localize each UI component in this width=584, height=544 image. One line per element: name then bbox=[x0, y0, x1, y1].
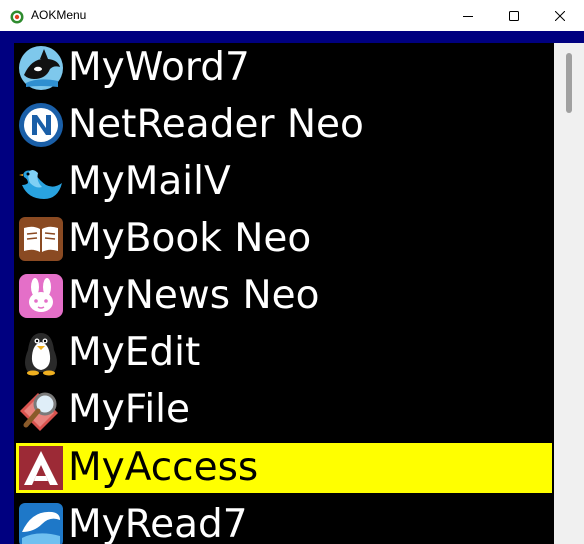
menu-item-label: MyRead7 bbox=[68, 502, 248, 544]
maximize-icon bbox=[509, 10, 519, 21]
menu-item-label: MyMailⅤ bbox=[68, 159, 231, 204]
menu-item-label: MyFile bbox=[68, 387, 190, 432]
menu-item-label: NetReader Neo bbox=[68, 102, 364, 147]
menu-item-label: MyAccess bbox=[68, 445, 259, 490]
a-logo-icon bbox=[18, 445, 64, 491]
menu-item-mynews-neo[interactable]: MyNews Neo bbox=[16, 271, 552, 321]
menu-item-myedit[interactable]: MyEdit bbox=[16, 328, 552, 378]
open-book-icon bbox=[18, 216, 64, 262]
menu-item-myfile[interactable]: MyFile bbox=[16, 385, 552, 435]
menu-item-mybook-neo[interactable]: MyBook Neo bbox=[16, 214, 552, 264]
menu-item-myaccess[interactable]: MyAccess bbox=[16, 443, 552, 493]
title-bar: AOKMenu bbox=[0, 0, 584, 31]
close-icon bbox=[555, 10, 565, 21]
menu-item-label: MyEdit bbox=[68, 330, 201, 375]
menu-item-myword7[interactable]: MyWord7 bbox=[16, 43, 552, 93]
menu-item-label: MyNews Neo bbox=[68, 273, 320, 318]
orca-icon bbox=[18, 45, 64, 91]
menu-item-mymail-v[interactable]: MyMailⅤ bbox=[16, 157, 552, 207]
penguin-icon bbox=[18, 330, 64, 376]
menu-item-netreader-neo[interactable]: NetReader Neo bbox=[16, 100, 552, 150]
vertical-scrollbar[interactable] bbox=[554, 43, 584, 544]
maximize-button[interactable] bbox=[491, 0, 537, 31]
wave-icon bbox=[18, 502, 64, 544]
window-title: AOKMenu bbox=[31, 8, 87, 22]
n-logo-icon bbox=[18, 102, 64, 148]
app-menu-list[interactable]: MyWord7 NetReader Neo MyMailⅤ MyBook Neo… bbox=[14, 43, 554, 544]
bird-icon bbox=[18, 159, 64, 205]
menu-item-label: MyWord7 bbox=[68, 45, 250, 90]
minimize-button[interactable] bbox=[445, 0, 491, 31]
menu-item-label: MyBook Neo bbox=[68, 216, 312, 261]
close-button[interactable] bbox=[537, 0, 583, 31]
rabbit-icon bbox=[18, 273, 64, 319]
scrollbar-thumb[interactable] bbox=[566, 53, 572, 113]
menu-item-myread7[interactable]: MyRead7 bbox=[16, 500, 552, 544]
client-area: MyWord7 NetReader Neo MyMailⅤ MyBook Neo… bbox=[0, 31, 584, 544]
aok-app-icon[interactable] bbox=[10, 9, 24, 24]
minimize-icon bbox=[463, 11, 473, 21]
magnifier-icon bbox=[18, 387, 64, 433]
